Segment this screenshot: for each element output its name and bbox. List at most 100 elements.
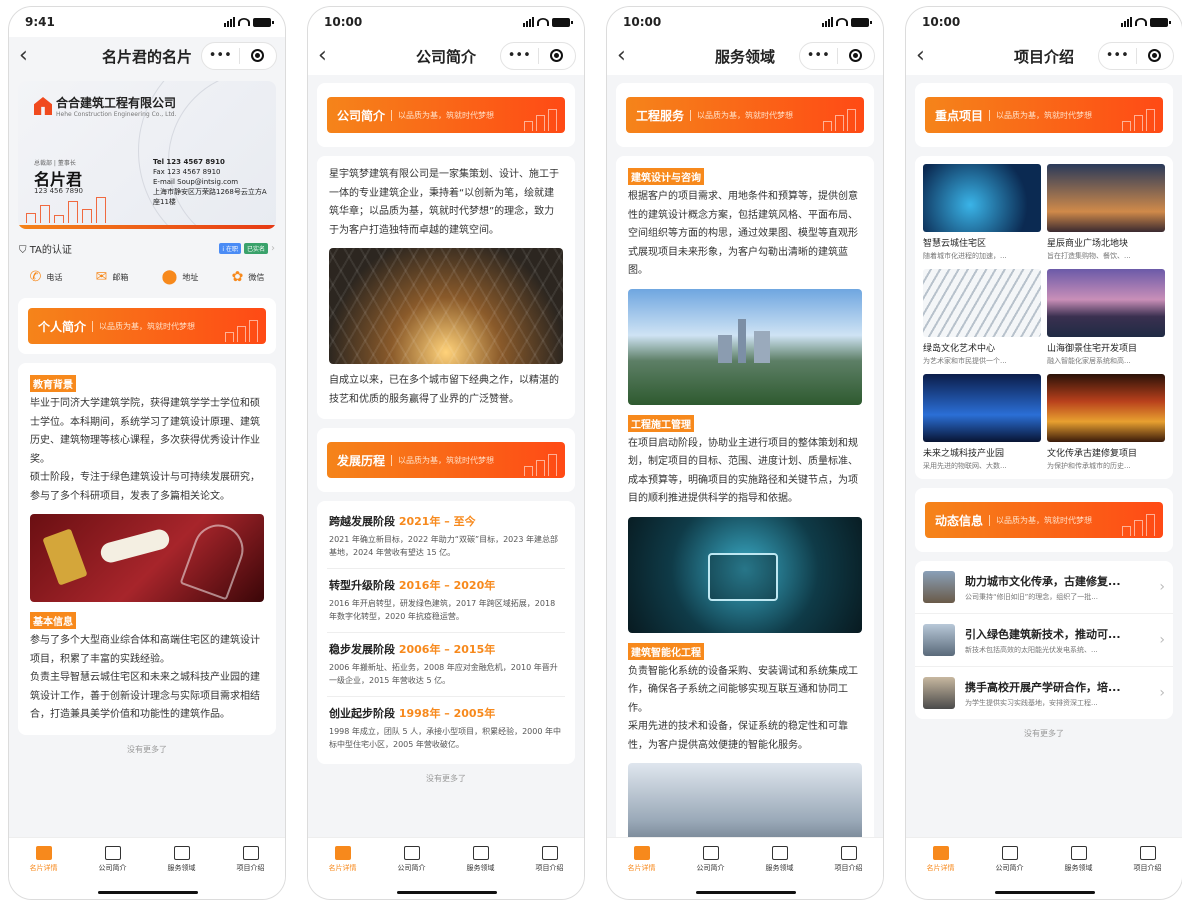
service-text-intelligent: 负责智能化系统的设备采购、安装调试和系统集成工作，确保各子系统之间能够实现互联互… — [628, 665, 858, 714]
service-text-intelligent-2: 采用先进的技术和设备，保证系统的稳定性和可靠性，为客户提供高效便捷的智能化服务。 — [628, 721, 848, 751]
tab-services[interactable]: 服务领域 — [451, 846, 511, 873]
section-banner: 工程服务 以品质为基，筑就时代梦想 — [626, 97, 864, 133]
chart-icon — [242, 846, 259, 860]
chevron-right-icon: › — [1159, 685, 1165, 701]
tab-company[interactable]: 公司简介 — [83, 846, 143, 873]
tab-services[interactable]: 服务领域 — [750, 846, 810, 873]
briefcase-icon — [771, 846, 788, 860]
tab-projects[interactable]: 项目介绍 — [819, 846, 879, 873]
card-address: 上海市静安区万荣路1268号云立方A座11楼 — [153, 188, 267, 206]
contact-phone-button[interactable]: ✆ 电话 — [30, 270, 63, 284]
briefcase-icon — [173, 846, 190, 860]
section-banner-card: 公司简介 以品质为基，筑就时代梦想 — [317, 83, 575, 147]
verification-row[interactable]: ⛉ TA的认证 i 在职 已实名 › — [9, 229, 285, 260]
battery-icon — [253, 17, 274, 27]
skyline-decoration — [26, 197, 106, 223]
project-item[interactable]: 绿岛文化艺术中心 为艺术家和市民提供一个... — [923, 269, 1041, 366]
nav-bar: ‹ 公司简介 ••• — [308, 37, 584, 75]
back-icon[interactable]: ‹ — [19, 45, 43, 67]
contact-email-button[interactable]: ✉ 邮箱 — [96, 270, 129, 284]
card-icon — [334, 846, 351, 860]
close-icon[interactable] — [1137, 42, 1174, 70]
mini-program-capsule: ••• — [799, 42, 875, 70]
tab-projects[interactable]: 项目介绍 — [221, 846, 281, 873]
project-item[interactable]: 文化传承古建修复项目 为保护和传承城市的历史... — [1047, 374, 1165, 471]
section-banner: 个人简介 以品质为基，筑就时代梦想 — [28, 308, 266, 344]
tab-services[interactable]: 服务领域 — [152, 846, 212, 873]
nav-bar: ‹ 服务领域 ••• — [607, 37, 883, 75]
home-indicator — [696, 891, 796, 894]
edu-tag: 教育背景 — [30, 375, 76, 392]
tab-card-detail[interactable]: 名片详情 — [313, 846, 373, 873]
news-item[interactable]: 引入绿色建筑新技术，推动可... 新技术包括高效的太阳能光伏发电系统、... › — [915, 614, 1173, 667]
tab-projects[interactable]: 项目介绍 — [1118, 846, 1178, 873]
tab-bar: 名片详情 公司简介 服务领域 项目介绍 — [308, 837, 584, 899]
section-banner: 公司简介 以品质为基，筑就时代梦想 — [327, 97, 565, 133]
close-icon[interactable] — [539, 42, 576, 70]
no-more-label: 没有更多了 — [127, 744, 167, 754]
card-fax: Fax 123 4567 8910 — [153, 168, 221, 176]
project-item[interactable]: 智慧云城住宅区 随着城市化进程的加速，... — [923, 164, 1041, 261]
company-logo-icon — [34, 97, 52, 115]
company-intro-text-2: 自成立以来，已在多个城市留下经典之作，以精湛的技艺和优质的服务赢得了业界的广泛赞… — [329, 375, 559, 405]
project-image — [1047, 374, 1165, 442]
back-icon[interactable]: ‹ — [916, 45, 940, 67]
close-icon[interactable] — [838, 42, 875, 70]
signal-icon — [1121, 17, 1132, 27]
back-icon[interactable]: ‹ — [617, 45, 641, 67]
building-icon — [104, 846, 121, 860]
project-item[interactable]: 山海御景住宅开发项目 融入智能化家居系统和高... — [1047, 269, 1165, 366]
chevron-right-icon: › — [1159, 632, 1165, 648]
card-phone: 123 456 7890 — [34, 187, 83, 195]
close-icon[interactable] — [240, 42, 277, 70]
project-item[interactable]: 星辰商业广场北地块 旨在打造集购物、餐饮、... — [1047, 164, 1165, 261]
status-icons — [523, 17, 573, 27]
status-time: 9:41 — [25, 15, 55, 29]
history-banner: 发展历程 以品质为基，筑就时代梦想 — [327, 442, 565, 478]
tab-bar: 名片详情 公司简介 服务领域 项目介绍 — [906, 837, 1182, 899]
company-name: 合合建筑工程有限公司 — [56, 96, 177, 110]
news-item[interactable]: 助力城市文化传承，古建修复... 公司秉持“修旧如旧”的理念，组织了一批... › — [915, 561, 1173, 614]
employment-badge: i 在职 — [219, 243, 241, 254]
home-indicator — [397, 891, 497, 894]
tab-services[interactable]: 服务领域 — [1049, 846, 1109, 873]
more-icon[interactable]: ••• — [202, 42, 239, 70]
briefcase-icon — [1070, 846, 1087, 860]
news-item[interactable]: 携手高校开展产学研合作，培... 为学生提供实习实践基地，安排资深工程... › — [915, 667, 1173, 719]
project-image — [923, 374, 1041, 442]
nav-bar: ‹ 名片君的名片 ••• — [9, 37, 285, 75]
card-email: E-mail Soup@intsig.com — [153, 178, 239, 186]
service-tag-construction: 工程施工管理 — [628, 414, 694, 432]
battery-icon — [552, 17, 573, 27]
contact-address-button[interactable]: ⬤ 地址 — [162, 270, 199, 284]
realname-badge: 已实名 — [243, 243, 268, 254]
more-icon[interactable]: ••• — [501, 42, 538, 70]
tab-company[interactable]: 公司简介 — [382, 846, 442, 873]
tab-card-detail[interactable]: 名片详情 — [612, 846, 672, 873]
news-banner-card: 动态信息 以品质为基，筑就时代梦想 — [915, 488, 1173, 552]
phone-screen-services: 10:00 ‹ 服务领域 ••• 工程服务 以品质为基，筑就时代梦想 建筑设计与咨… — [606, 6, 884, 900]
history-stage: 转型升级阶段 2016年 – 2020年 2016 年开启转型，研发绿色建筑，20… — [327, 569, 565, 633]
shield-icon: ⛉ — [19, 245, 30, 256]
tab-card-detail[interactable]: 名片详情 — [14, 846, 74, 873]
news-thumbnail — [923, 677, 955, 709]
tab-company[interactable]: 公司简介 — [681, 846, 741, 873]
service-text-design: 根据客户的项目需求、用地条件和预算等，提供创意性的建筑设计概念方案，包括建筑风格… — [628, 191, 858, 276]
chart-icon — [541, 846, 558, 860]
tab-company[interactable]: 公司简介 — [980, 846, 1040, 873]
wifi-icon — [1135, 18, 1147, 26]
more-icon[interactable]: ••• — [1099, 42, 1136, 70]
history-stage: 跨越发展阶段 2021年 – 至今 2021 年确立新目标，2022 年助力“双碳… — [327, 505, 565, 569]
contact-wechat-button[interactable]: ✿ 微信 — [232, 270, 265, 284]
mini-program-capsule: ••• — [201, 42, 277, 70]
news-thumbnail — [923, 571, 955, 603]
tab-projects[interactable]: 项目介绍 — [520, 846, 580, 873]
more-icon[interactable]: ••• — [800, 42, 837, 70]
project-item[interactable]: 未来之城科技产业园 采用先进的物联网、大数... — [923, 374, 1041, 471]
service-tag-design: 建筑设计与咨询 — [628, 168, 704, 185]
history-stage: 创业起步阶段 1998年 – 2005年 1998 年成立，团队 5 人，承接小型… — [329, 707, 561, 749]
back-icon[interactable]: ‹ — [318, 45, 342, 67]
chevron-right-icon: › — [1159, 579, 1165, 595]
tab-card-detail[interactable]: 名片详情 — [911, 846, 971, 873]
status-icons — [224, 17, 274, 27]
